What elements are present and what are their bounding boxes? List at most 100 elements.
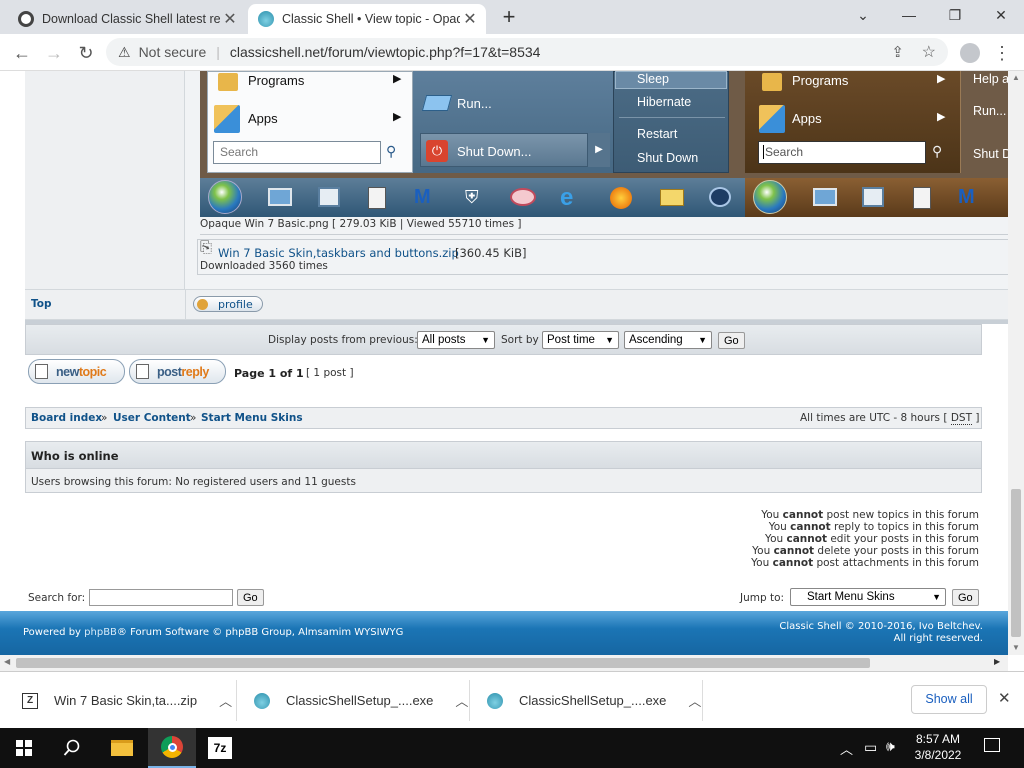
who-online-heading: Who is online — [31, 449, 119, 463]
page-info: Page 1 of 1 — [234, 367, 304, 380]
forward-arrow-icon[interactable]: → — [42, 41, 66, 65]
permission-line: You cannot edit your posts in this forum — [765, 533, 979, 545]
download-divider — [236, 680, 237, 721]
scroll-up-arrow-icon[interactable]: ▲ — [1012, 73, 1020, 82]
restore-window-icon[interactable]: ❐ — [932, 0, 978, 30]
tab-classic-shell-view-topic[interactable]: Classic Shell • View topic - Opaqu ✕ — [248, 4, 486, 34]
post-reply-button[interactable]: postreply — [129, 359, 226, 384]
caption-divider — [200, 234, 1008, 235]
browser-menu-icon[interactable]: ⋮ — [990, 41, 1014, 65]
breadcrumb-start-menu-skins[interactable]: Start Menu Skins — [201, 412, 303, 424]
shield-icon: ⛨ — [465, 187, 479, 207]
download-filename: ClassicShellSetup_....exe — [519, 693, 667, 708]
reload-icon[interactable]: ↻ — [74, 41, 98, 65]
clock-date: 3/8/2022 — [914, 748, 962, 762]
permissions-list: You cannot post new topics in this forum… — [600, 509, 979, 569]
chrome-icon[interactable] — [148, 728, 196, 768]
startmenu-programs: Programs — [248, 73, 305, 88]
profile-button[interactable]: profile — [193, 296, 263, 312]
classic-shell-setup-icon — [254, 692, 270, 709]
notifications-icon[interactable] — [984, 738, 1000, 752]
firefox-icon — [610, 187, 632, 209]
startmenu-right-search-placeholder: Search — [763, 145, 804, 159]
chevron-up-icon[interactable]: ︿ — [840, 739, 853, 758]
sort-order-select[interactable]: Ascending ▼ — [624, 331, 712, 349]
download-divider — [702, 680, 703, 721]
close-tab-icon[interactable]: ✕ — [460, 9, 480, 29]
jump-go-button[interactable]: Go — [952, 589, 979, 606]
sort-by-value: Post time — [547, 334, 595, 346]
download-item[interactable]: ClassicShellSetup_....exe ︿ — [487, 672, 702, 729]
clock-time: 8:57 AM — [915, 732, 961, 746]
magnifier-icon: ⚲ — [386, 143, 397, 159]
profile-person-icon — [197, 298, 208, 310]
horizontal-scroll-thumb[interactable] — [16, 658, 870, 668]
submenu-divider — [619, 117, 725, 118]
bookmark-star-icon[interactable]: ☆ — [922, 42, 936, 62]
permission-line: You cannot reply to topics in this forum — [768, 521, 979, 533]
volume-icon[interactable]: 🕪 — [886, 738, 895, 755]
scroll-left-arrow-icon[interactable]: ◀ — [4, 657, 10, 666]
search-input[interactable] — [89, 589, 233, 606]
search-icon[interactable] — [48, 728, 96, 768]
tab-download-classic-shell[interactable]: Download Classic Shell latest rele ✕ — [8, 4, 246, 34]
search-go-button[interactable]: Go — [237, 589, 264, 606]
apps-folder-icon — [214, 105, 240, 133]
not-secure-label: Not secure — [138, 44, 207, 60]
file-explorer-icon[interactable] — [98, 728, 146, 768]
startmenu-run: Run... — [457, 96, 492, 111]
clock[interactable]: 8:57 AM 3/8/2022 — [910, 731, 966, 763]
scroll-right-arrow-icon[interactable]: ▶ — [994, 657, 1000, 666]
download-item[interactable]: ClassicShellSetup_....exe ︿ — [254, 672, 469, 729]
sort-order-value: Ascending — [629, 334, 683, 346]
windows-start-icon[interactable] — [0, 728, 48, 768]
browser-toolbar: ← → ↻ ⚠ Not secure | classicshell.net/fo… — [0, 34, 1024, 71]
breadcrumb-user-content[interactable]: User Content — [113, 412, 191, 424]
profile-avatar-icon[interactable] — [958, 41, 982, 65]
scroll-down-arrow-icon[interactable]: ▼ — [1012, 643, 1020, 652]
7zip-label: 7z — [208, 737, 232, 759]
close-download-shelf-icon[interactable]: ✕ — [998, 689, 1011, 707]
who-online-text: Users browsing this forum: No registered… — [31, 476, 356, 488]
vertical-scrollbar[interactable]: ▲ ▼ — [1008, 71, 1024, 655]
chevron-up-icon[interactable]: ︿ — [455, 691, 468, 710]
top-link[interactable]: Top — [31, 298, 52, 310]
chevron-down-icon: ▼ — [481, 335, 490, 345]
monitor-icon — [268, 188, 292, 206]
jump-to-select[interactable]: Start Menu Skins ▼ — [790, 588, 946, 606]
tab-search-chevron-icon[interactable]: ⌄ — [840, 0, 886, 30]
post-footer-row — [25, 289, 1008, 320]
permission-line: You cannot post attachments in this foru… — [751, 557, 979, 569]
posts-range-select[interactable]: All posts ▼ — [417, 331, 495, 349]
display-go-button[interactable]: Go — [718, 332, 745, 349]
download-item[interactable]: Z Win 7 Basic Skin,ta....zip ︿ — [22, 672, 237, 729]
startmenu-apps: Apps — [248, 111, 278, 126]
chevron-up-icon[interactable]: ︿ — [219, 691, 232, 710]
close-tab-icon[interactable]: ✕ — [220, 9, 240, 29]
folder-programs-icon — [762, 73, 782, 91]
share-icon[interactable]: ⇪ — [891, 43, 904, 61]
post-screenshot-image: Programs ▶ Apps ▶ Search ⚲ Run... ⏻ Shut… — [200, 71, 1008, 217]
new-tab-button[interactable]: + — [497, 6, 521, 30]
7zip-icon[interactable]: 7z — [196, 728, 244, 768]
minimize-window-icon[interactable]: — — [886, 0, 932, 30]
address-bar[interactable]: ⚠ Not secure | classicshell.net/forum/vi… — [106, 38, 948, 66]
submenu-arrow-icon: ▶ — [393, 73, 402, 85]
back-arrow-icon[interactable]: ← — [10, 41, 34, 65]
download-filename: ClassicShellSetup_....exe — [286, 693, 434, 708]
footer-column-divider — [185, 289, 186, 320]
show-all-button[interactable]: Show all — [911, 685, 987, 714]
close-window-icon[interactable]: ✕ — [978, 0, 1024, 30]
vertical-scroll-thumb[interactable] — [1011, 489, 1021, 637]
camera-icon — [709, 187, 731, 207]
phpbb-link[interactable]: phpBB — [84, 627, 117, 638]
new-topic-button[interactable]: newtopic — [28, 359, 125, 384]
network-icon — [862, 187, 884, 207]
sort-by-select[interactable]: Post time ▼ — [542, 331, 619, 349]
horizontal-scrollbar[interactable]: ◀ ▶ — [0, 655, 1008, 671]
chevron-up-icon[interactable]: ︿ — [688, 691, 701, 710]
breadcrumb-board-index[interactable]: Board index — [31, 412, 102, 424]
chevron-down-icon: ▼ — [605, 335, 614, 345]
network-icon[interactable]: ▭ — [864, 739, 877, 756]
startmenu-right-run: Run... — [973, 104, 1007, 118]
